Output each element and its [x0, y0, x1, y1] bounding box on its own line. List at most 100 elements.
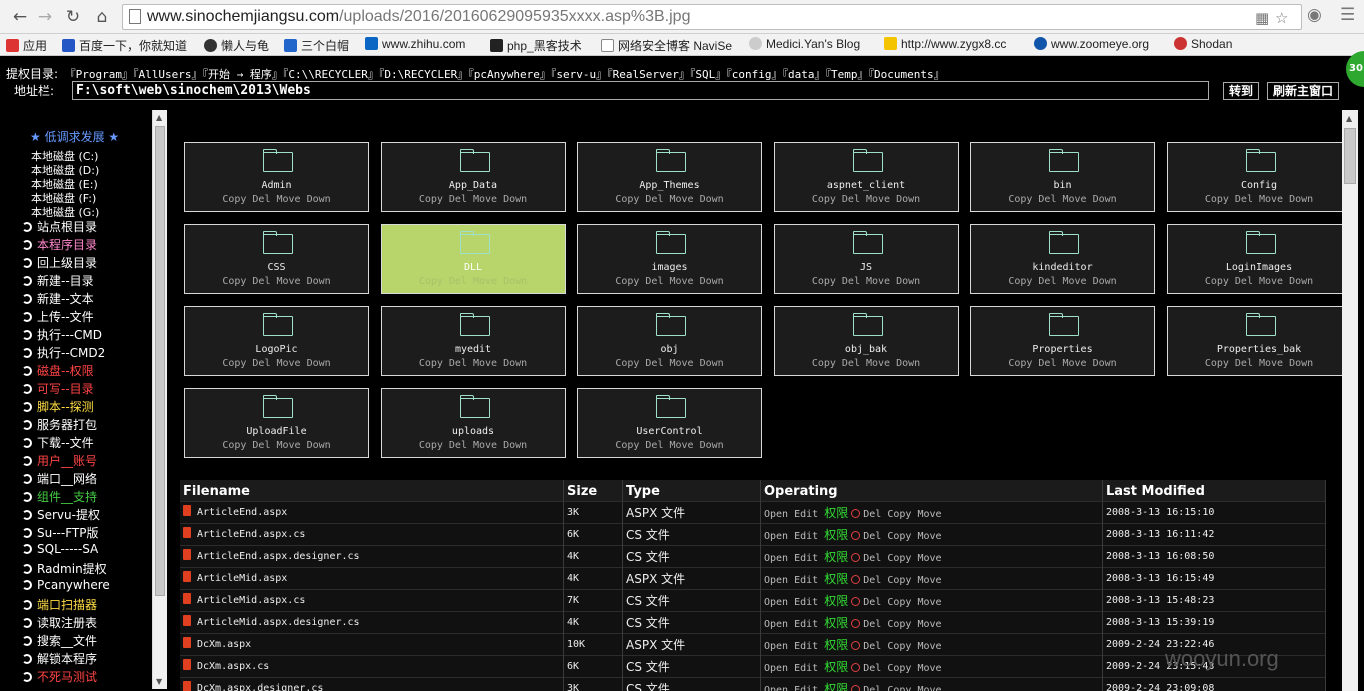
folder-name[interactable]: LoginImages [1168, 262, 1343, 273]
folder-tile[interactable]: obj_bak Copy Del Move Down [773, 306, 959, 376]
folder-ops[interactable]: Copy Del Move Down [578, 194, 761, 205]
sidebar-item[interactable]: 组件__支持 [22, 488, 97, 505]
sidebar-item[interactable]: 服务器打包 [22, 416, 97, 433]
folder-name[interactable]: aspnet_client [775, 180, 958, 191]
forward-icon[interactable]: → [33, 5, 57, 29]
sidebar-item[interactable]: 本程序目录 [22, 236, 97, 253]
folder-ops[interactable]: Copy Del Move Down [1168, 194, 1343, 205]
folder-ops[interactable]: Copy Del Move Down [775, 276, 958, 287]
bookmark-zoomeye[interactable]: www.zoomeye.org [1034, 37, 1149, 51]
filename-cell[interactable]: ArticleEnd.aspx [180, 502, 564, 524]
bookmark-zhihu[interactable]: www.zhihu.com [365, 37, 465, 51]
folder-tile[interactable]: Properties Copy Del Move Down [970, 306, 1155, 376]
folder-name[interactable]: CSS [185, 262, 368, 273]
delete-link[interactable]: Del [863, 685, 881, 691]
folder-tile[interactable]: Config Copy Del Move Down [1166, 142, 1343, 212]
menu-icon[interactable]: ☰ [1340, 5, 1355, 25]
reload-icon[interactable]: ↻ [61, 5, 85, 29]
folder-ops[interactable]: Copy Del Move Down [775, 358, 958, 369]
edit-link[interactable]: Edit [794, 509, 818, 520]
bookmark-lanren[interactable]: 懒人与龟 [204, 37, 269, 54]
sidebar-item[interactable]: 新建--目录 [22, 272, 94, 289]
folder-tile[interactable]: App_Data Copy Del Move Down [380, 142, 566, 212]
move-link[interactable]: Move [917, 575, 941, 586]
delete-link[interactable]: Del [863, 619, 881, 630]
bookmark-star-icon[interactable]: ☆ [1275, 9, 1288, 27]
folder-ops[interactable]: Copy Del Move Down [185, 440, 368, 451]
sidebar-item[interactable]: 用户__账号 [22, 452, 97, 469]
elevation-links[interactable]: 『Program』『AllUsers』『开始 → 程序』『C:\\RECYCLE… [65, 68, 945, 81]
permission-link[interactable]: 权限 [824, 550, 848, 564]
folder-ops[interactable]: Copy Del Move Down [971, 194, 1154, 205]
folder-name[interactable]: UserControl [578, 426, 761, 437]
folder-tile[interactable]: JS Copy Del Move Down [773, 224, 959, 294]
edit-link[interactable]: Edit [794, 641, 818, 652]
open-link[interactable]: Open [764, 509, 788, 520]
sidebar-item[interactable]: 搜索__文件 [22, 632, 97, 649]
sidebar-item[interactable]: 执行---CMD [22, 326, 102, 343]
move-link[interactable]: Move [917, 531, 941, 542]
move-link[interactable]: Move [917, 619, 941, 630]
open-link[interactable]: Open [764, 531, 788, 542]
filename-cell[interactable]: DcXm.aspx [180, 634, 564, 656]
bookmark-shodan[interactable]: Shodan [1174, 37, 1232, 51]
folder-tile[interactable]: uploads Copy Del Move Down [380, 388, 566, 458]
copy-link[interactable]: Copy [887, 597, 911, 608]
folder-tile[interactable]: kindeditor Copy Del Move Down [970, 224, 1155, 294]
bookmark-sangebaimao[interactable]: 三个白帽 [284, 37, 349, 54]
folder-name[interactable]: App_Data [382, 180, 565, 191]
folder-tile[interactable]: myedit Copy Del Move Down [380, 306, 566, 376]
sidebar-item[interactable]: SQL-----SA [22, 542, 98, 556]
sidebar-item[interactable]: Radmin提权 [22, 560, 107, 577]
folder-ops[interactable]: Copy Del Move Down [775, 194, 958, 205]
sidebar-item[interactable]: 新建--文本 [22, 290, 94, 307]
folder-name[interactable]: myedit [382, 344, 565, 355]
main-scrollbar[interactable]: ▲ [1342, 110, 1358, 691]
open-link[interactable]: Open [764, 597, 788, 608]
folder-name[interactable]: obj_bak [775, 344, 958, 355]
folder-tile[interactable]: obj Copy Del Move Down [577, 306, 762, 376]
filename-cell[interactable]: DcXm.aspx.cs [180, 656, 564, 678]
sidebar-item[interactable]: 解锁本程序 [22, 650, 97, 667]
folder-name[interactable]: DLL [382, 262, 565, 273]
sidebar-item[interactable]: 下载--文件 [22, 434, 94, 451]
filename-cell[interactable]: ArticleEnd.aspx.designer.cs [180, 546, 564, 568]
delete-link[interactable]: Del [863, 531, 881, 542]
edit-link[interactable]: Edit [794, 531, 818, 542]
copy-link[interactable]: Copy [887, 619, 911, 630]
permission-link[interactable]: 权限 [824, 528, 848, 542]
copy-link[interactable]: Copy [887, 575, 911, 586]
folder-tile[interactable]: images Copy Del Move Down [577, 224, 762, 294]
folder-ops[interactable]: Copy Del Move Down [578, 440, 761, 451]
sidebar-item[interactable]: 不死马测试 [22, 668, 97, 685]
folder-name[interactable]: obj [578, 344, 761, 355]
sidebar-item[interactable]: 端口扫描器 [22, 596, 97, 613]
permission-link[interactable]: 权限 [824, 660, 848, 674]
folder-tile[interactable]: LoginImages Copy Del Move Down [1166, 224, 1343, 294]
edit-link[interactable]: Edit [794, 553, 818, 564]
folder-name[interactable]: bin [971, 180, 1154, 191]
move-link[interactable]: Move [917, 509, 941, 520]
sidebar-item[interactable]: Su---FTP版 [22, 524, 98, 541]
refresh-main-button[interactable]: 刷新主窗口 [1267, 82, 1340, 100]
open-link[interactable]: Open [764, 619, 788, 630]
edit-link[interactable]: Edit [794, 685, 818, 691]
copy-link[interactable]: Copy [887, 685, 911, 691]
go-button[interactable]: 转到 [1223, 82, 1260, 100]
folder-ops[interactable]: Copy Del Move Down [382, 194, 565, 205]
sidebar-item[interactable]: 端口__网络 [22, 470, 97, 487]
edit-link[interactable]: Edit [794, 597, 818, 608]
folder-tile[interactable]: aspnet_client Copy Del Move Down [773, 142, 959, 212]
open-link[interactable]: Open [764, 641, 788, 652]
folder-tile[interactable]: UserControl Copy Del Move Down [577, 388, 762, 458]
folder-ops[interactable]: Copy Del Move Down [185, 276, 368, 287]
folder-ops[interactable]: Copy Del Move Down [578, 276, 761, 287]
folder-name[interactable]: Admin [185, 180, 368, 191]
folder-ops[interactable]: Copy Del Move Down [1168, 276, 1343, 287]
extension-icon[interactable]: ◉ [1307, 5, 1322, 25]
folder-tile[interactable]: App_Themes Copy Del Move Down [577, 142, 762, 212]
folder-name[interactable]: uploads [382, 426, 565, 437]
filename-cell[interactable]: ArticleMid.aspx.cs [180, 590, 564, 612]
move-link[interactable]: Move [917, 685, 941, 691]
bookmark-apps[interactable]: 应用 [6, 37, 47, 54]
